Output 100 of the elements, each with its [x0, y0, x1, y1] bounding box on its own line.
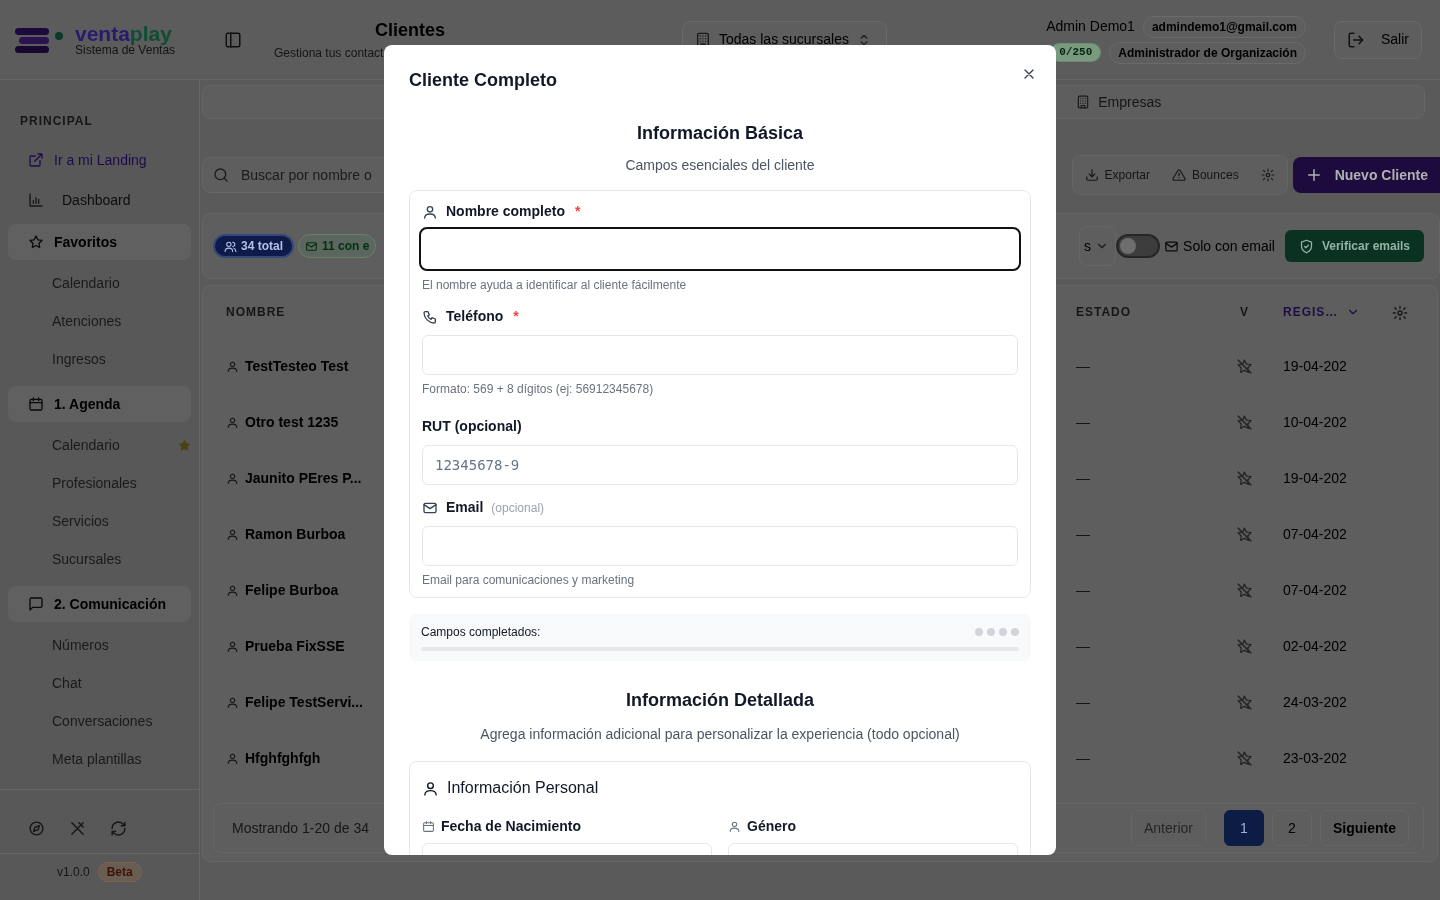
- section-subheading: Campos esenciales del cliente: [624, 156, 816, 175]
- verify-emails-button[interactable]: Verificar emails: [1284, 230, 1424, 262]
- user-icon: [226, 471, 239, 485]
- user-icon: [226, 583, 239, 597]
- star-off-icon[interactable]: [1236, 582, 1253, 600]
- mail-icon: [305, 239, 318, 253]
- star-off-icon[interactable]: [1236, 470, 1253, 488]
- sidebar-item[interactable]: Profesionales: [52, 472, 137, 494]
- table-cell-text: TestTesteo Test: [245, 356, 349, 376]
- star-icon: [28, 234, 44, 250]
- star-off-icon[interactable]: [1236, 526, 1253, 544]
- new-client-button[interactable]: Nuevo Cliente: [1292, 157, 1440, 193]
- logo-icon: [15, 25, 65, 54]
- filter-badge[interactable]: 11 con e: [298, 234, 377, 258]
- card-title: Información Personal: [447, 778, 599, 798]
- progress-label: Campos completados:: [421, 624, 541, 641]
- logo-text: venta: [75, 22, 130, 45]
- sidebar-item[interactable]: Atenciones: [52, 310, 122, 332]
- column-header[interactable]: ESTADO: [1076, 303, 1222, 321]
- page-button[interactable]: 1: [1224, 810, 1264, 846]
- sidebar-item[interactable]: Meta plantillas: [52, 748, 142, 770]
- sidebar-group[interactable]: 1. Agenda: [8, 386, 191, 422]
- role-badge: Administrador de Organización: [1109, 41, 1306, 64]
- help-text: Email para comunicaciones y marketing: [422, 572, 636, 589]
- table-cell: —: [1076, 469, 1090, 486]
- table-cell-text: Ramon Burboa: [245, 524, 346, 544]
- mail-icon: [1164, 238, 1180, 254]
- building-icon: [695, 31, 711, 48]
- compass-icon[interactable]: [28, 820, 45, 837]
- star-off-icon[interactable]: [1236, 638, 1253, 656]
- field-label: Teléfono: [446, 307, 504, 326]
- pagination-summary: Mostrando 1-20 de 34: [232, 818, 369, 838]
- column-header[interactable]: REGIS…: [1283, 303, 1339, 321]
- table-cell: 23-03-202: [1283, 749, 1347, 766]
- column-header[interactable]: V: [1222, 303, 1267, 321]
- logo-text: play: [129, 22, 172, 45]
- user-email: admindemo1@gmail.com: [1142, 15, 1306, 38]
- page-button[interactable]: 2: [1272, 810, 1312, 846]
- version-label: v1.0.0: [57, 864, 90, 881]
- users-icon: [224, 239, 237, 253]
- column-header[interactable]: NOMBRE: [226, 303, 286, 321]
- table-cell-text: Otro test 1235: [245, 412, 339, 432]
- sidebar-link[interactable]: Dashboard: [0, 180, 199, 220]
- sidebar-item[interactable]: Ingresos: [52, 348, 106, 370]
- star-off-icon[interactable]: [1236, 750, 1253, 768]
- toggle-switch[interactable]: [1116, 234, 1161, 258]
- sidebar-group[interactable]: 2. Comunicación: [8, 586, 191, 622]
- beta-badge: Beta: [97, 862, 142, 882]
- shield-icon: [1298, 238, 1314, 254]
- table-cell-text: Jaunito PEres P...: [245, 468, 362, 488]
- user-icon: [226, 359, 239, 373]
- sidebar-item[interactable]: Sucursales: [52, 548, 122, 570]
- table-cell: 07-04-202: [1283, 581, 1347, 598]
- user-icon: [422, 203, 438, 220]
- user-icon: [226, 415, 239, 429]
- help-text: El nombre ayuda a identificar al cliente fácilmente: [422, 277, 688, 294]
- user-icon: [226, 639, 239, 653]
- section-heading: Información Detallada: [624, 689, 815, 712]
- table-cell: 24-03-202: [1283, 693, 1347, 710]
- table-cell: —: [1076, 581, 1090, 598]
- section-subheading: Agrega información adicional para personalizar la experiencia (todo opcional): [479, 725, 961, 744]
- toolbar-button[interactable]: Bounces: [1171, 166, 1239, 184]
- section-heading: Información Básica: [635, 122, 805, 145]
- sidebar-item[interactable]: Calendario: [52, 272, 120, 294]
- star-off-icon[interactable]: [1236, 694, 1253, 712]
- sidebar-item[interactable]: Calendario: [52, 434, 120, 456]
- logout-button[interactable]: Salir: [1334, 20, 1422, 59]
- star-off-icon[interactable]: [1236, 414, 1253, 432]
- refresh-icon[interactable]: [110, 820, 127, 837]
- required-mark: *: [575, 202, 581, 221]
- sidebar-item[interactable]: Servicios: [52, 510, 109, 532]
- table-cell-text: Felipe Burboa: [245, 580, 339, 600]
- warning-icon: [1171, 168, 1186, 182]
- toggle-label: Solo con email: [1183, 236, 1275, 256]
- sidebar-link[interactable]: Ir a mi Landing: [0, 140, 199, 180]
- sidebar-item[interactable]: Chat: [52, 672, 82, 694]
- table-cell-text: Hfghfghfgh: [245, 748, 321, 768]
- sidebar-toggle-icon[interactable]: [224, 30, 242, 49]
- sidebar-group[interactable]: Favoritos: [8, 224, 191, 260]
- toolbar-button[interactable]: Exportar: [1084, 166, 1150, 184]
- calendar-icon: [28, 396, 44, 412]
- table-cell: —: [1076, 357, 1090, 374]
- filter-badge[interactable]: 34 total: [213, 234, 294, 258]
- user-icon: [226, 527, 239, 541]
- table-cell: 19-04-202: [1283, 469, 1347, 486]
- table-cell-text: Felipe TestServi...: [245, 692, 363, 712]
- next-button[interactable]: Siguiente: [1320, 810, 1409, 846]
- field-label: Email: [446, 498, 484, 517]
- sidebar-item[interactable]: Conversaciones: [52, 710, 153, 732]
- star-off-icon[interactable]: [1236, 358, 1253, 376]
- filter-select[interactable]: s: [1079, 226, 1117, 266]
- field-label: Nombre completo: [446, 202, 565, 221]
- sidebar-item[interactable]: Números: [52, 634, 109, 656]
- table-cell: 02-04-202: [1283, 637, 1347, 654]
- building-icon: [1076, 95, 1091, 109]
- table-cell: —: [1076, 525, 1090, 542]
- brand-tagline: Sistema de Ventas: [75, 44, 176, 56]
- table-cell: —: [1076, 413, 1090, 430]
- chart-icon: [28, 192, 44, 208]
- input-field[interactable]: [419, 227, 1021, 271]
